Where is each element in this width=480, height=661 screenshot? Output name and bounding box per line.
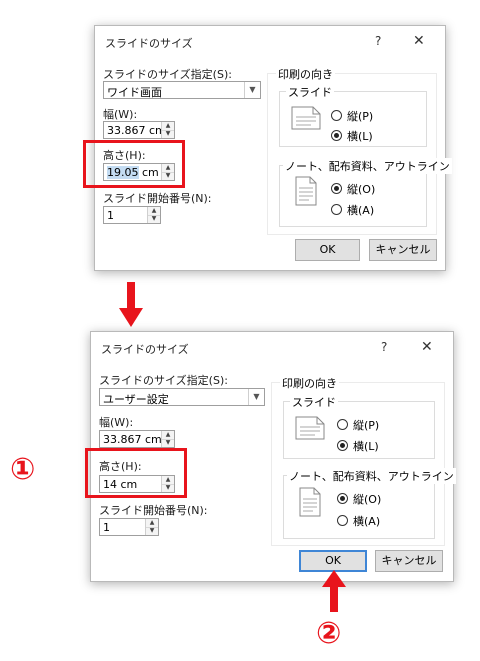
notes-landscape-label[interactable]: 横(A): [347, 202, 374, 218]
portrait-page-icon: [295, 176, 317, 206]
ok-button[interactable]: OK: [295, 239, 360, 261]
help-button[interactable]: ?: [375, 34, 381, 48]
slide-size-value: ワイド画面: [107, 86, 162, 99]
dialog-title: スライドのサイズ: [105, 37, 193, 50]
notes-orientation-title: ノート、配布資料、アウトライン: [287, 468, 456, 484]
slide-portrait-label[interactable]: 縦(P): [347, 108, 373, 124]
slide-portrait-label[interactable]: 縦(P): [353, 417, 379, 433]
notes-portrait-radio[interactable]: [337, 493, 348, 504]
notes-portrait-label[interactable]: 縦(O): [347, 181, 375, 197]
help-button[interactable]: ?: [381, 340, 387, 354]
width-value[interactable]: 33.867 cm: [103, 433, 162, 446]
dialog-title: スライドのサイズ: [101, 343, 189, 356]
orientation-title: 印刷の向き: [276, 66, 335, 82]
slide-portrait-radio[interactable]: [337, 419, 348, 430]
width-label: 幅(W):: [99, 416, 134, 429]
width-label: 幅(W):: [103, 108, 138, 121]
ok-button[interactable]: OK: [299, 550, 367, 572]
slide-size-label: スライドのサイズ指定(S):: [103, 68, 232, 81]
start-number-value[interactable]: 1: [103, 521, 110, 534]
slide-orientation-title: スライド: [286, 84, 334, 100]
slide-size-select[interactable]: ユーザー設定 ▼: [99, 388, 265, 406]
start-number-label: スライド開始番号(N):: [103, 192, 212, 205]
chevron-down-icon[interactable]: ▼: [244, 82, 260, 98]
start-number-label: スライド開始番号(N):: [99, 504, 208, 517]
close-button[interactable]: ✕: [421, 339, 433, 355]
spin-down-icon[interactable]: ▼: [162, 439, 174, 447]
start-number-value[interactable]: 1: [107, 209, 114, 222]
height-highlight-box: [83, 140, 185, 188]
arrow-up-icon: [322, 570, 346, 612]
slide-landscape-radio[interactable]: [331, 130, 342, 141]
close-button[interactable]: ✕: [413, 33, 425, 49]
slide-orientation-title: スライド: [290, 394, 338, 410]
width-spinner[interactable]: 33.867 cm ▲ ▼: [99, 430, 175, 448]
cancel-button[interactable]: キャンセル: [375, 550, 443, 572]
step-1-label: ①: [10, 452, 36, 487]
slide-size-select[interactable]: ワイド画面 ▼: [103, 81, 261, 99]
slide-size-value: ユーザー設定: [103, 393, 169, 406]
orientation-title: 印刷の向き: [280, 375, 339, 391]
width-spinner[interactable]: 33.867 cm ▲ ▼: [103, 121, 175, 139]
chevron-down-icon[interactable]: ▼: [248, 389, 264, 405]
step-2-label: ②: [316, 616, 342, 651]
width-value[interactable]: 33.867 cm: [107, 124, 166, 137]
spin-down-icon[interactable]: ▼: [146, 527, 158, 535]
arrow-down-icon: [119, 282, 143, 327]
slide-landscape-radio[interactable]: [337, 440, 348, 451]
notes-portrait-label[interactable]: 縦(O): [353, 491, 381, 507]
landscape-page-icon: [295, 416, 325, 440]
notes-orientation-title: ノート、配布資料、アウトライン: [283, 158, 452, 174]
notes-portrait-radio[interactable]: [331, 183, 342, 194]
slide-size-label: スライドのサイズ指定(S):: [99, 374, 228, 387]
start-number-spinner[interactable]: 1 ▲ ▼: [103, 206, 161, 224]
start-number-spinner[interactable]: 1 ▲ ▼: [99, 518, 159, 536]
slide-landscape-label[interactable]: 横(L): [353, 438, 379, 454]
notes-landscape-label[interactable]: 横(A): [353, 513, 380, 529]
landscape-page-icon: [291, 106, 321, 130]
cancel-button[interactable]: キャンセル: [369, 239, 437, 261]
spin-down-icon[interactable]: ▼: [162, 130, 174, 138]
height-highlight-box: [85, 448, 187, 498]
notes-landscape-radio[interactable]: [331, 204, 342, 215]
portrait-page-icon: [299, 487, 321, 517]
spin-down-icon[interactable]: ▼: [148, 215, 160, 223]
slide-portrait-radio[interactable]: [331, 110, 342, 121]
slide-landscape-label[interactable]: 横(L): [347, 128, 373, 144]
notes-landscape-radio[interactable]: [337, 515, 348, 526]
